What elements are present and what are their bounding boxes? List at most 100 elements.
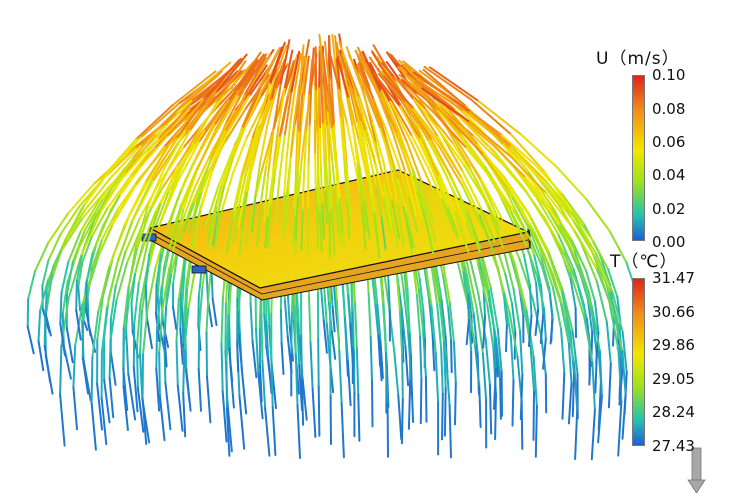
streamline-segment — [77, 285, 81, 311]
streamline-segment — [206, 375, 212, 424]
streamline-segment — [114, 251, 127, 288]
streamline-segment — [484, 337, 491, 386]
streamline-segment — [133, 282, 140, 326]
streamline-segment — [441, 392, 444, 441]
streamline-segment — [182, 392, 187, 438]
streamline-segment — [300, 334, 303, 381]
streamline-segment — [85, 280, 88, 310]
streamline-segment — [296, 404, 301, 459]
streamline-segment — [251, 339, 258, 379]
streamline-segment — [164, 381, 172, 431]
streamline-segment — [236, 341, 240, 373]
velocity-tick: 0.04 — [652, 166, 686, 184]
streamline-segment — [103, 379, 111, 424]
streamline-segment — [434, 352, 440, 405]
streamline-segment — [175, 297, 180, 343]
streamline-segment — [72, 386, 78, 431]
streamline-segment — [407, 379, 412, 430]
streamline-segment — [181, 305, 185, 346]
streamline-segment — [155, 326, 159, 370]
streamline-segment — [351, 311, 354, 350]
streamline-segment — [424, 375, 428, 423]
streamline-segment — [293, 304, 297, 356]
streamline-segment — [560, 328, 566, 374]
streamline-segment — [338, 350, 343, 404]
streamline-segment — [249, 302, 254, 342]
streamline-segment — [488, 383, 493, 435]
streamline-segment — [283, 157, 288, 195]
streamline-segment — [443, 387, 447, 437]
velocity-colorbar — [632, 75, 645, 241]
streamline-segment — [534, 405, 538, 458]
streamline-segment — [285, 122, 292, 160]
streamline-segment — [300, 378, 305, 426]
streamline-segment — [561, 372, 566, 420]
battery-terminal-right — [191, 265, 207, 274]
streamline-segment — [224, 302, 227, 352]
streamline-segment — [311, 387, 317, 438]
streamline-segment — [377, 334, 381, 367]
streamline-segment — [142, 309, 149, 356]
streamline-segment — [27, 270, 36, 301]
temperature-colorbar — [632, 278, 645, 446]
streamline-segment — [505, 324, 508, 353]
streamline-segment — [511, 379, 515, 427]
streamline-segment — [220, 342, 224, 393]
streamline-segment — [210, 271, 214, 301]
streamline-segment — [335, 300, 341, 352]
streamline-segment — [175, 340, 179, 387]
streamline-segment — [317, 385, 321, 437]
streamline-segment — [185, 368, 192, 412]
visualization-canvas: U（m/s） 0.10 0.08 0.06 0.04 0.02 0.00 T（℃… — [0, 0, 750, 493]
streamline-segment — [307, 165, 310, 210]
streamline-segment — [145, 315, 153, 350]
streamline-segment — [75, 279, 78, 312]
streamline-segment — [319, 165, 324, 205]
streamline-segment — [567, 382, 573, 425]
streamline-segment — [371, 380, 374, 428]
streamline-segment — [43, 345, 52, 384]
streamline-segment — [136, 344, 139, 390]
streamline-segment — [225, 315, 230, 363]
streamline-segment — [331, 305, 336, 333]
streamline-segment — [139, 310, 143, 356]
streamline-segment — [621, 393, 627, 440]
streamline-segment — [346, 360, 352, 407]
velocity-tick: 0.08 — [652, 100, 686, 118]
streamline-segment — [543, 307, 547, 341]
streamline-segment — [450, 339, 453, 374]
streamline-segment — [590, 408, 596, 461]
streamline-segment — [320, 87, 324, 126]
streamline-segment — [155, 283, 158, 315]
streamline-segment — [109, 351, 117, 386]
streamline-segment — [65, 326, 74, 364]
streamline-segment — [323, 157, 327, 193]
streamline-segment — [519, 330, 524, 376]
temperature-tick: 29.05 — [652, 370, 695, 388]
streamline-segment — [314, 46, 318, 92]
streamline-segment — [454, 382, 457, 426]
streamline-segment — [539, 313, 545, 344]
streamline-segment — [321, 123, 326, 160]
velocity-tick: 0.10 — [652, 66, 686, 84]
streamline-segment — [477, 100, 522, 136]
streamline-segment — [90, 401, 97, 451]
streamline-segment — [357, 393, 361, 442]
streamline-segment — [532, 390, 535, 441]
streamline-segment — [260, 312, 264, 362]
streamline-segment — [26, 325, 35, 355]
streamline-segment — [197, 368, 202, 412]
streamline-segment — [125, 329, 130, 376]
streamline-segment — [467, 293, 470, 321]
streamline-segment — [270, 359, 274, 409]
streamline-segment — [367, 292, 372, 339]
temperature-tick: 28.24 — [652, 403, 695, 421]
streamline-segment — [369, 336, 373, 383]
temperature-tick: 31.47 — [652, 269, 695, 287]
streamline-segment — [37, 309, 42, 342]
streamline-segment — [261, 359, 267, 409]
temperature-tick: 27.43 — [652, 437, 695, 455]
streamline-segment — [232, 125, 247, 159]
streamline-segment — [182, 349, 186, 395]
streamline-segment — [286, 292, 291, 328]
